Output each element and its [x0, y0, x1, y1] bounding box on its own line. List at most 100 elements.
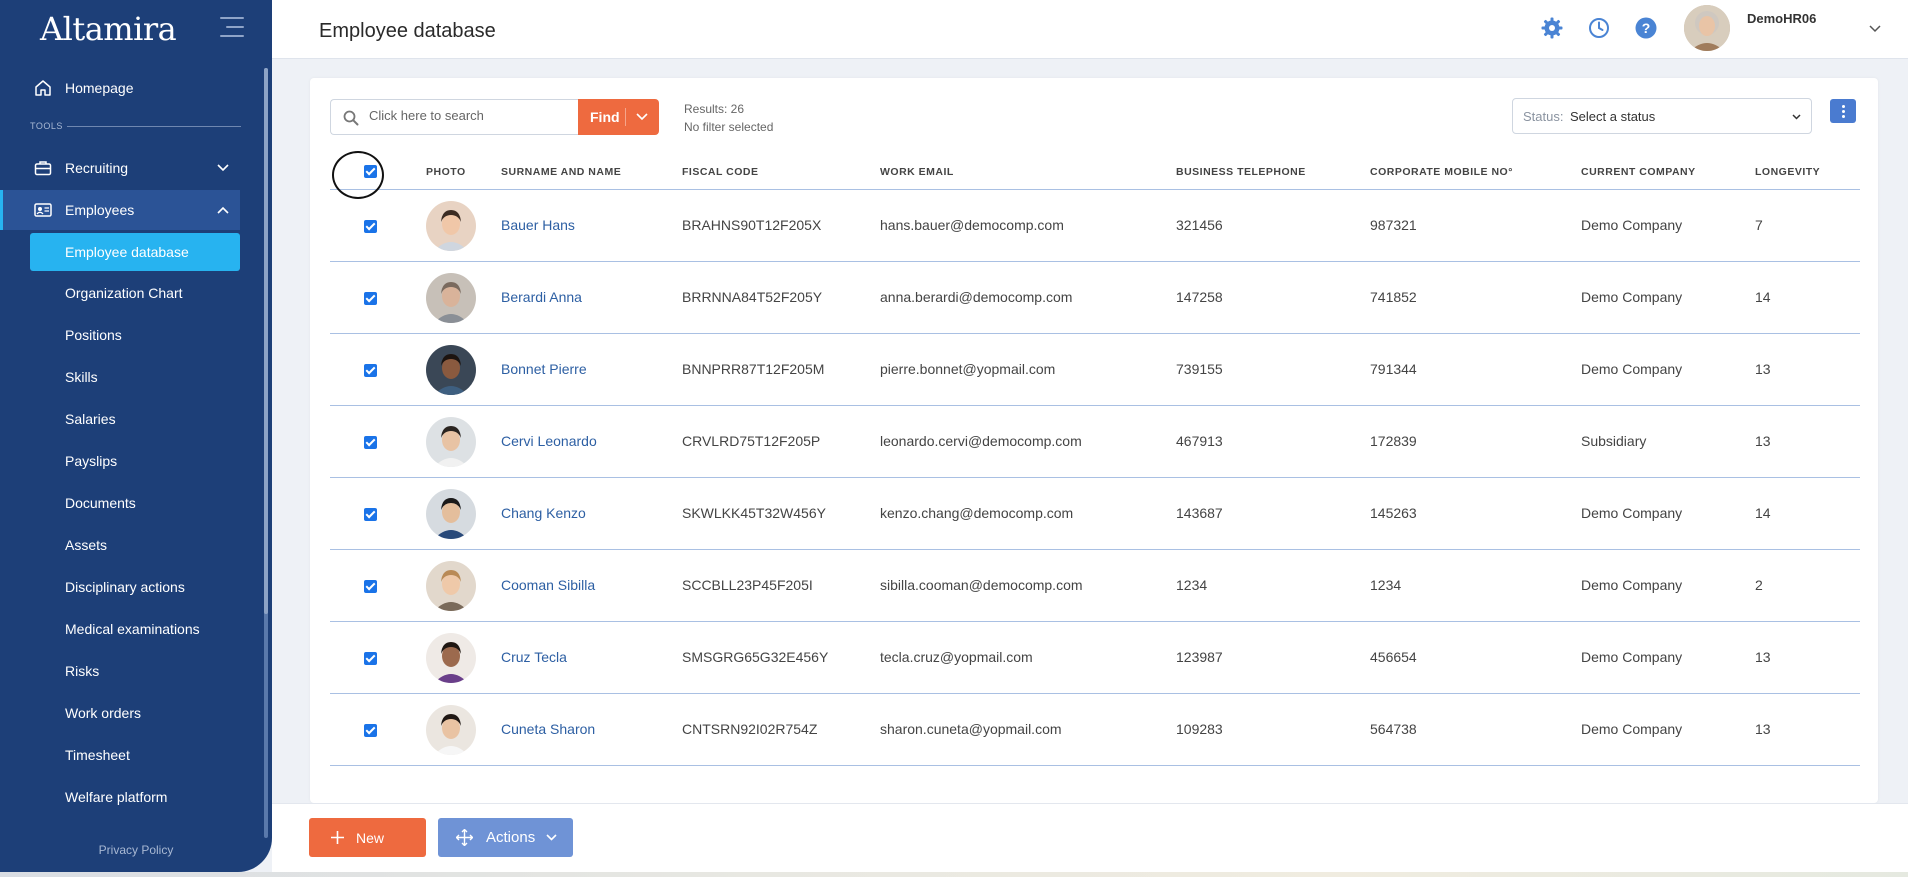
gear-icon[interactable]	[1540, 16, 1564, 40]
row-checkbox[interactable]	[364, 724, 377, 737]
employee-name-link[interactable]: Cruz Tecla	[501, 649, 567, 665]
fiscal-code: BNNPRR87T12F205M	[682, 361, 825, 377]
column-header-current-company[interactable]: CURRENT COMPANY	[1581, 166, 1696, 178]
row-checkbox[interactable]	[364, 580, 377, 593]
column-header-name[interactable]: SURNAME AND NAME	[501, 166, 621, 178]
employee-photo	[426, 633, 476, 683]
row-checkbox[interactable]	[364, 652, 377, 665]
employee-name-link[interactable]: Bauer Hans	[501, 217, 575, 233]
move-icon	[456, 829, 473, 846]
sidebar-item-employees[interactable]: Employees	[0, 190, 240, 230]
sidebar-subitem[interactable]: Work orders	[30, 694, 240, 732]
table-row[interactable]: Bonnet Pierre BNNPRR87T12F205M pierre.bonn…	[330, 334, 1860, 406]
work-email: hans.bauer@democomp.com	[880, 217, 1064, 233]
sidebar-subitem[interactable]: Salaries	[30, 400, 240, 438]
table-row[interactable]: Bauer Hans BRAHNS90T12F205X hans.bauer@dem…	[330, 190, 1860, 262]
select-all-checkbox[interactable]	[364, 165, 377, 178]
work-email: anna.berardi@democomp.com	[880, 289, 1073, 305]
top-header: Employee database ? DemoHR06	[272, 0, 1908, 59]
employee-name-link[interactable]: Cervi Leonardo	[501, 433, 597, 449]
sidebar-subitem[interactable]: Organization Chart	[30, 274, 240, 312]
privacy-policy-link[interactable]: Privacy Policy	[0, 843, 272, 857]
employee-name-link[interactable]: Chang Kenzo	[501, 505, 586, 521]
more-options-icon[interactable]	[1830, 99, 1856, 123]
sidebar-scrollbar[interactable]	[264, 68, 268, 838]
column-header-longevity[interactable]: LONGEVITY	[1755, 166, 1820, 178]
longevity: 13	[1755, 649, 1771, 665]
search-input[interactable]	[330, 99, 580, 135]
longevity: 13	[1755, 433, 1771, 449]
actions-button[interactable]: Actions	[438, 818, 573, 857]
sidebar-subitem[interactable]: Employee database	[30, 233, 240, 271]
current-company: Demo Company	[1581, 361, 1683, 377]
sidebar-subitem[interactable]: Timesheet	[30, 736, 240, 774]
employee-name-link[interactable]: Cooman Sibilla	[501, 577, 595, 593]
user-avatar[interactable]	[1684, 5, 1730, 51]
column-header-work-email[interactable]: WORK EMAIL	[880, 166, 954, 178]
column-header-fiscal-code[interactable]: FISCAL CODE	[682, 166, 758, 178]
row-checkbox[interactable]	[364, 436, 377, 449]
table-row[interactable]: Cooman Sibilla SCCBLL23P45F205I sibilla.co…	[330, 550, 1860, 622]
row-checkbox[interactable]	[364, 220, 377, 233]
employee-name-link[interactable]: Berardi Anna	[501, 289, 582, 305]
work-email: kenzo.chang@democomp.com	[880, 505, 1074, 521]
chevron-down-icon	[217, 164, 229, 172]
fiscal-code: SMSGRG65G32E456Y	[682, 649, 829, 665]
sidebar-subitem[interactable]: Positions	[30, 316, 240, 354]
sidebar-item-homepage[interactable]: Homepage	[0, 68, 240, 108]
work-email: sharon.cuneta@yopmail.com	[880, 721, 1062, 737]
row-checkbox[interactable]	[364, 508, 377, 521]
column-header-business-telephone[interactable]: BUSINESS TELEPHONE	[1176, 166, 1306, 178]
sidebar-subitem[interactable]: Payslips	[30, 442, 240, 480]
chevron-down-icon[interactable]	[1868, 24, 1882, 34]
sidebar-subitem[interactable]: Disciplinary actions	[30, 568, 240, 606]
corporate-mobile: 456654	[1370, 649, 1417, 665]
employee-name-link[interactable]: Cuneta Sharon	[501, 721, 595, 737]
chevron-down-icon	[546, 834, 557, 841]
fiscal-code: CRVLRD75T12F205P	[682, 433, 821, 449]
search-field[interactable]	[369, 108, 569, 123]
help-icon[interactable]: ?	[1634, 16, 1658, 40]
sidebar-subitem[interactable]: Medical examinations	[30, 610, 240, 648]
menu-toggle-icon[interactable]	[220, 17, 244, 37]
status-select[interactable]: Status: Select a status	[1512, 98, 1812, 134]
work-email: leonardo.cervi@democomp.com	[880, 433, 1082, 449]
sidebar-subitem[interactable]: Welfare platform	[30, 778, 240, 816]
column-header-corporate-mobile[interactable]: CORPORATE MOBILE NO°	[1370, 166, 1513, 178]
employee-name-link[interactable]: Bonnet Pierre	[501, 361, 587, 377]
sidebar-subitem[interactable]: Assets	[30, 526, 240, 564]
table-row[interactable]: Cuneta Sharon CNTSRN92I02R754Z sharon.cune…	[330, 694, 1860, 766]
briefcase-icon	[34, 161, 52, 176]
bottom-strip	[0, 872, 1908, 877]
longevity: 13	[1755, 721, 1771, 737]
fiscal-code: CNTSRN92I02R754Z	[682, 721, 818, 737]
column-header-photo[interactable]: PHOTO	[426, 166, 466, 178]
work-email: pierre.bonnet@yopmail.com	[880, 361, 1056, 377]
row-checkbox[interactable]	[364, 364, 377, 377]
sidebar-item-recruiting[interactable]: Recruiting	[0, 148, 240, 188]
table-row[interactable]: Berardi Anna BRRNNA84T52F205Y anna.berardi…	[330, 262, 1860, 334]
clock-icon[interactable]	[1587, 16, 1611, 40]
employee-list-card: Find Results: 26 No filter selected Stat…	[310, 78, 1878, 803]
find-button[interactable]: Find	[578, 99, 659, 135]
row-checkbox[interactable]	[364, 292, 377, 305]
sidebar-subitem[interactable]: Documents	[30, 484, 240, 522]
fiscal-code: SCCBLL23P45F205I	[682, 577, 813, 593]
corporate-mobile: 1234	[1370, 577, 1402, 593]
sidebar-subitem[interactable]: Skills	[30, 358, 240, 396]
user-name[interactable]: DemoHR06	[1747, 11, 1816, 26]
business-telephone: 467913	[1176, 433, 1223, 449]
page-title: Employee database	[319, 20, 496, 42]
employee-photo	[426, 417, 476, 467]
sidebar-item-label: Homepage	[65, 80, 134, 96]
chevron-down-icon[interactable]	[636, 113, 648, 121]
table-row[interactable]: Chang Kenzo SKWLKK45T32W456Y kenzo.chang@d…	[330, 478, 1860, 550]
app-logo[interactable]: Altamira	[40, 10, 177, 48]
table-row[interactable]: Cervi Leonardo CRVLRD75T12F205P leonardo.c…	[330, 406, 1860, 478]
longevity: 13	[1755, 361, 1771, 377]
corporate-mobile: 741852	[1370, 289, 1417, 305]
current-company: Demo Company	[1581, 217, 1683, 233]
new-button[interactable]: New	[309, 818, 426, 857]
sidebar-subitem[interactable]: Risks	[30, 652, 240, 690]
table-row[interactable]: Cruz Tecla SMSGRG65G32E456Y tecla.cruz@yop…	[330, 622, 1860, 694]
